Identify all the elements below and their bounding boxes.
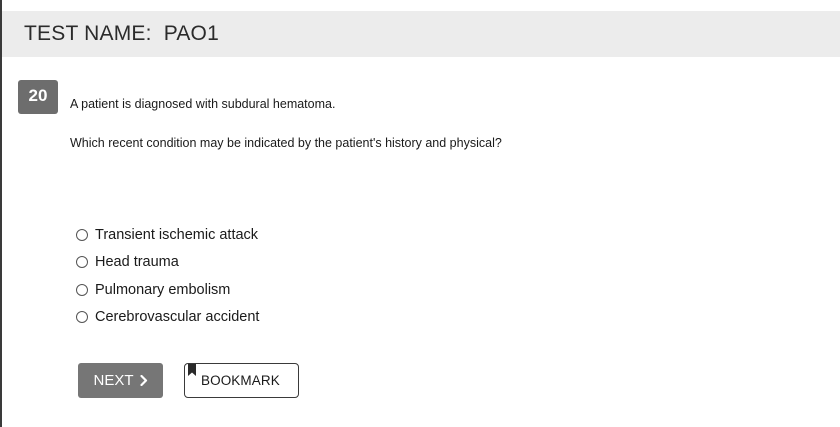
radio-button[interactable]: [76, 256, 88, 269]
exam-window: TEST NAME: PAO1 20 A patient is diagnose…: [0, 0, 840, 427]
answer-option-label: Head trauma: [95, 254, 179, 271]
answer-option-label: Transient ischemic attack: [95, 226, 259, 243]
test-header: TEST NAME: PAO1: [2, 11, 840, 57]
answer-option[interactable]: Pulmonary embolism: [76, 276, 259, 304]
question-prompt: Which recent condition may be indicated …: [70, 136, 502, 150]
bookmark-button[interactable]: BOOKMARK: [184, 363, 299, 398]
radio-button[interactable]: [76, 311, 88, 324]
bookmark-button-label: BOOKMARK: [201, 373, 280, 388]
bookmark-icon: [188, 363, 196, 376]
answer-options: Transient ischemic attack Head trauma Pu…: [76, 221, 259, 331]
answer-option[interactable]: Head trauma: [76, 249, 259, 277]
answer-option[interactable]: Cerebrovascular accident: [76, 304, 259, 332]
question-stem: A patient is diagnosed with subdural hem…: [70, 97, 336, 111]
answer-option-label: Pulmonary embolism: [95, 281, 231, 298]
test-name-title: TEST NAME: PAO1: [24, 22, 219, 45]
answer-option-label: Cerebrovascular accident: [95, 309, 260, 326]
answer-option[interactable]: Transient ischemic attack: [76, 221, 259, 249]
question-number-badge: 20: [18, 80, 58, 114]
chevron-right-icon: [139, 375, 148, 386]
next-button-label: NEXT: [93, 372, 134, 389]
next-button[interactable]: NEXT: [78, 363, 163, 398]
radio-button[interactable]: [76, 283, 88, 296]
radio-button[interactable]: [76, 228, 88, 241]
